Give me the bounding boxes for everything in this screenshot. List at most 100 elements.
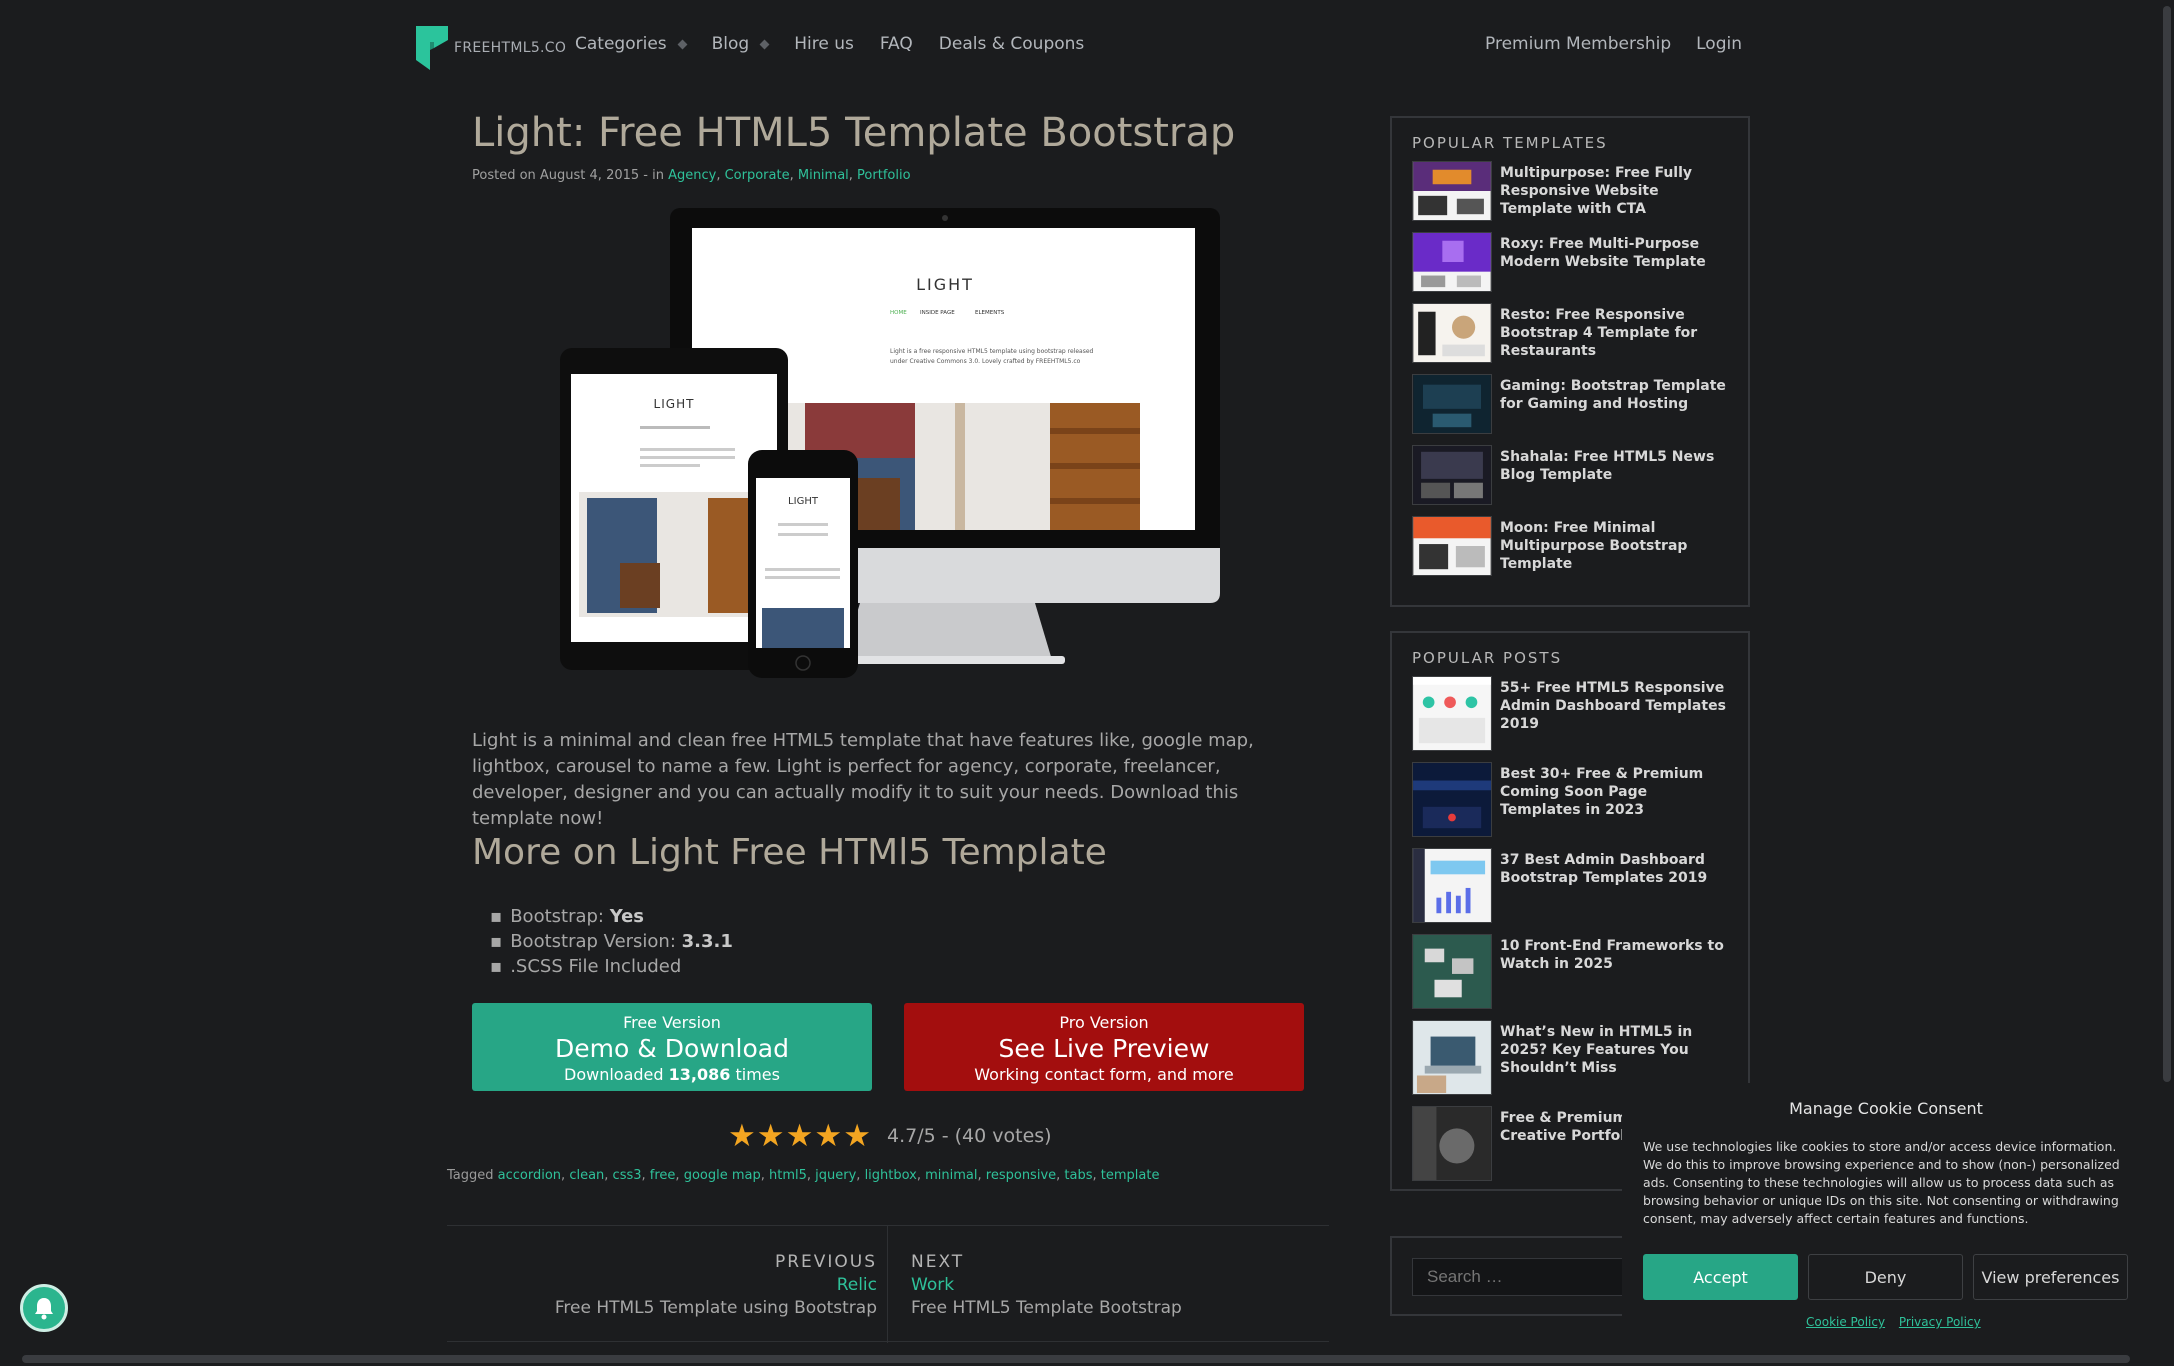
item-title[interactable]: What’s New in HTML5 in 2025? Key Feature… — [1500, 1023, 1728, 1077]
next-post-link[interactable]: NEXT Work Free HTML5 Template Bootstrap — [911, 1252, 1182, 1318]
item-title[interactable]: Gaming: Bootstrap Template for Gaming an… — [1500, 377, 1728, 413]
dropdown-diamond-icon — [677, 39, 688, 49]
feature-value: Yes — [609, 906, 645, 927]
tag-link[interactable]: template — [1101, 1168, 1160, 1183]
tag-link[interactable]: css3 — [613, 1168, 642, 1183]
hero-blurb-line-2: under Creative Commons 3.0. Lovely craft… — [890, 358, 1081, 365]
feature-label: Bootstrap: — [510, 906, 610, 927]
hero-menu-inside: INSIDE PAGE — [920, 310, 955, 316]
live-preview-button[interactable]: Pro Version See Live Preview Working con… — [904, 1003, 1304, 1091]
list-item[interactable]: 55+ Free HTML5 Responsive Admin Dashboar… — [1412, 676, 1728, 762]
nav-premium-membership[interactable]: Premium Membership — [1485, 34, 1671, 54]
tag-link[interactable]: tabs — [1064, 1168, 1092, 1183]
nav-faq[interactable]: FAQ — [880, 34, 913, 54]
list-item[interactable]: Moon: Free Minimal Multipurpose Bootstra… — [1412, 516, 1728, 587]
next-label: NEXT — [911, 1252, 965, 1272]
template-thumbnail[interactable] — [1412, 516, 1492, 576]
list-item[interactable]: Roxy: Free Multi-Purpose Modern Website … — [1412, 232, 1728, 303]
item-title[interactable]: Multipurpose: Free Fully Responsive Webs… — [1500, 164, 1728, 218]
divider — [887, 1226, 888, 1343]
post-thumbnail[interactable] — [1412, 1020, 1492, 1095]
deny-button[interactable]: Deny — [1808, 1254, 1963, 1300]
post-thumbnail[interactable] — [1412, 762, 1492, 837]
template-thumbnail[interactable] — [1412, 303, 1492, 363]
tag-link[interactable]: html5 — [769, 1168, 807, 1183]
previous-title[interactable]: Relic — [555, 1275, 877, 1295]
tablet-brand: LIGHT — [654, 397, 695, 411]
item-title[interactable]: Shahala: Free HTML5 News Blog Template — [1500, 448, 1728, 484]
widget-title: POPULAR TEMPLATES — [1412, 134, 1608, 152]
cookie-policy-link[interactable]: Cookie Policy — [1806, 1315, 1885, 1329]
post-thumbnail[interactable] — [1412, 848, 1492, 923]
tag-link[interactable]: minimal — [925, 1168, 977, 1183]
category-link[interactable]: Portfolio — [857, 168, 910, 183]
star-icon[interactable]: ★ — [757, 1121, 785, 1152]
cookie-title: Manage Cookie Consent — [1789, 1099, 1983, 1118]
demo-download-label: Demo & Download — [555, 1034, 789, 1063]
list-item[interactable]: Multipurpose: Free Fully Responsive Webs… — [1412, 161, 1728, 232]
nav-categories[interactable]: Categories — [575, 34, 667, 54]
template-thumbnail[interactable] — [1412, 232, 1492, 292]
list-item[interactable]: Shahala: Free HTML5 News Blog Template — [1412, 445, 1728, 516]
item-title[interactable]: Moon: Free Minimal Multipurpose Bootstra… — [1500, 519, 1728, 573]
tag-link[interactable]: free — [650, 1168, 676, 1183]
scrollbar-thumb[interactable] — [2163, 6, 2171, 1082]
feature-item: Bootstrap: Yes — [490, 904, 733, 929]
tag-link[interactable]: lightbox — [865, 1168, 917, 1183]
site-logo[interactable]: FREEHTML5.CO — [416, 26, 566, 70]
template-thumbnail[interactable] — [1412, 161, 1492, 221]
notification-bell-button[interactable] — [20, 1284, 68, 1332]
item-title[interactable]: 55+ Free HTML5 Responsive Admin Dashboar… — [1500, 679, 1728, 733]
privacy-policy-link[interactable]: Privacy Policy — [1899, 1315, 1981, 1329]
nav-login[interactable]: Login — [1696, 34, 1742, 54]
bell-icon — [35, 1298, 53, 1320]
previous-post-link[interactable]: PREVIOUS Relic Free HTML5 Template using… — [555, 1252, 877, 1318]
feature-list: Bootstrap: Yes Bootstrap Version: 3.3.1 … — [490, 904, 733, 979]
list-item[interactable]: Resto: Free Responsive Bootstrap 4 Templ… — [1412, 303, 1728, 374]
post-thumbnail[interactable] — [1412, 934, 1492, 1009]
category-link[interactable]: Corporate — [725, 168, 790, 183]
item-title[interactable]: 37 Best Admin Dashboard Bootstrap Templa… — [1500, 851, 1728, 887]
next-title[interactable]: Work — [911, 1275, 1182, 1295]
scrollbar-thumb[interactable] — [22, 1355, 2130, 1363]
pro-features-label: Working contact form, and more — [974, 1065, 1234, 1084]
nav-blog[interactable]: Blog — [712, 34, 750, 54]
vertical-scrollbar[interactable] — [2160, 0, 2174, 1366]
horizontal-scrollbar[interactable] — [0, 1352, 2174, 1366]
view-preferences-button[interactable]: View preferences — [1973, 1254, 2128, 1300]
star-icon[interactable]: ★ — [814, 1121, 842, 1152]
star-icon[interactable]: ★ — [786, 1121, 814, 1152]
tag-link[interactable]: clean — [569, 1168, 604, 1183]
template-thumbnail[interactable] — [1412, 445, 1492, 505]
item-title[interactable]: Resto: Free Responsive Bootstrap 4 Templ… — [1500, 306, 1728, 360]
list-item[interactable]: Gaming: Bootstrap Template for Gaming an… — [1412, 374, 1728, 445]
item-title[interactable]: Best 30+ Free & Premium Coming Soon Page… — [1500, 765, 1728, 819]
tag-link[interactable]: jquery — [815, 1168, 856, 1183]
post-thumbnail[interactable] — [1412, 676, 1492, 751]
phone-brand: LIGHT — [788, 496, 819, 507]
accept-button[interactable]: Accept — [1643, 1254, 1798, 1300]
tag-link[interactable]: responsive — [986, 1168, 1056, 1183]
item-title[interactable]: Roxy: Free Multi-Purpose Modern Website … — [1500, 235, 1728, 271]
category-link[interactable]: Agency — [668, 168, 716, 183]
account-nav: Premium Membership Login — [1460, 34, 1742, 54]
nav-hire-us[interactable]: Hire us — [794, 34, 854, 54]
hero-menu-elements: ELEMENTS — [975, 310, 1005, 316]
tag-link[interactable]: accordion — [498, 1168, 561, 1183]
logo-icon — [416, 26, 448, 70]
tag-link[interactable]: google map — [684, 1168, 761, 1183]
post-thumbnail[interactable] — [1412, 1106, 1492, 1181]
category-link[interactable]: Minimal — [798, 168, 849, 183]
list-item[interactable]: 37 Best Admin Dashboard Bootstrap Templa… — [1412, 848, 1728, 934]
list-item[interactable]: Best 30+ Free & Premium Coming Soon Page… — [1412, 762, 1728, 848]
demo-download-button[interactable]: Free Version Demo & Download Downloaded … — [472, 1003, 872, 1091]
item-title[interactable]: 10 Front-End Frameworks to Watch in 2025 — [1500, 937, 1728, 973]
widget-title: POPULAR POSTS — [1412, 649, 1563, 667]
template-thumbnail[interactable] — [1412, 374, 1492, 434]
list-item[interactable]: 10 Front-End Frameworks to Watch in 2025 — [1412, 934, 1728, 1020]
star-icon[interactable]: ★ — [728, 1121, 756, 1152]
post-date: Posted on August 4, 2015 - in — [472, 168, 669, 183]
star-icon[interactable]: ★ — [843, 1121, 871, 1152]
site-header: FREEHTML5.CO Categories Blog Hire us FAQ… — [0, 0, 2174, 95]
nav-deals[interactable]: Deals & Coupons — [939, 34, 1084, 54]
